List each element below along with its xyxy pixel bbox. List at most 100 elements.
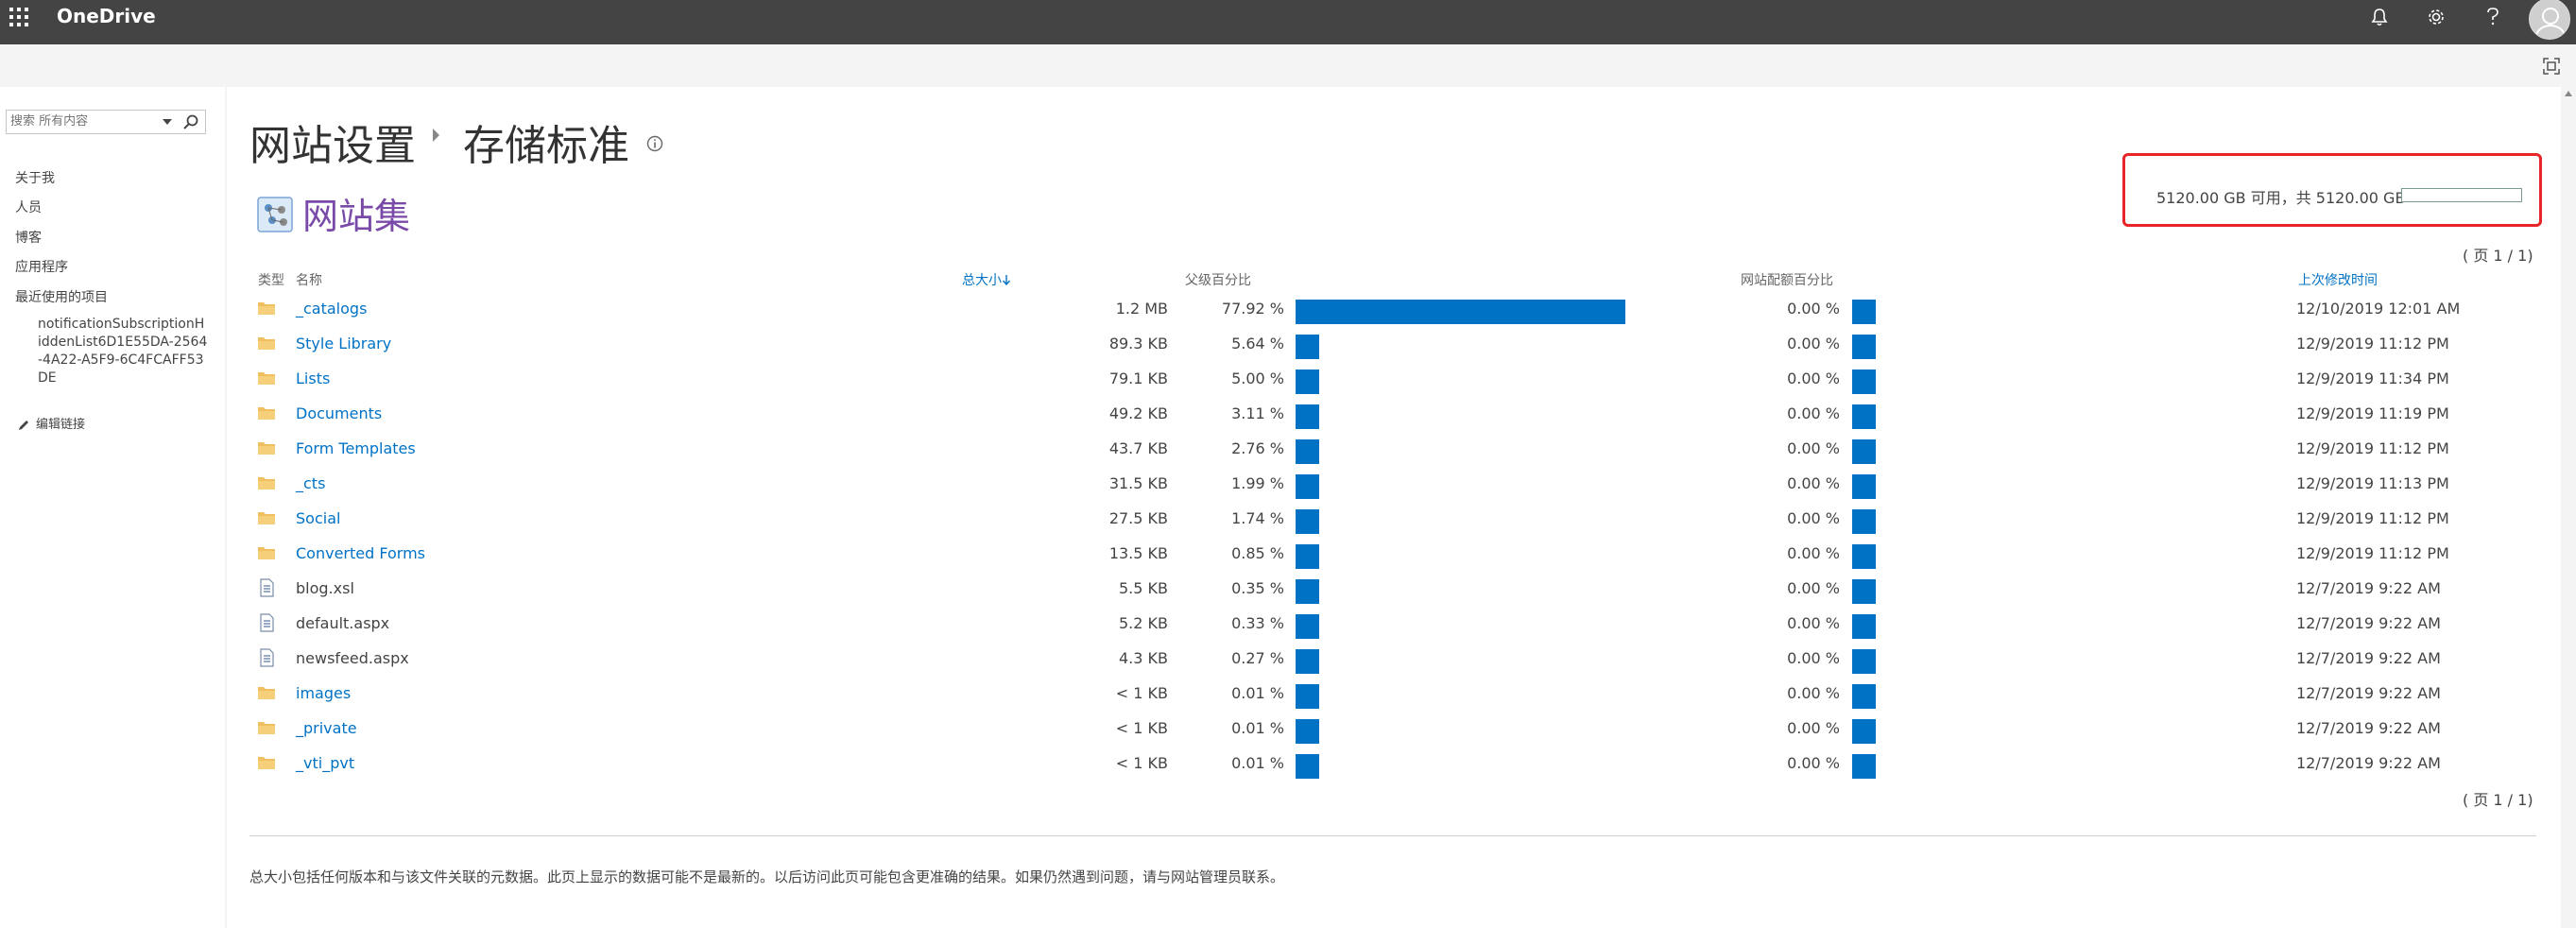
row-name-link[interactable]: Documents [296, 404, 382, 422]
row-last-modified: 12/9/2019 11:34 PM [2296, 369, 2449, 387]
row-last-modified: 12/9/2019 11:12 PM [2296, 544, 2449, 562]
row-last-modified: 12/9/2019 11:12 PM [2296, 439, 2449, 457]
table-row: Form Templates 43.7 KB 2.76 % 0.00 % 12/9/20… [249, 431, 2536, 466]
folder-icon [258, 442, 275, 455]
breadcrumb-parent[interactable]: 网站设置 [249, 112, 416, 172]
row-parent-percentage: 0.01 % [1231, 684, 1284, 702]
row-last-modified: 12/9/2019 11:19 PM [2296, 404, 2449, 422]
bell-icon[interactable] [2361, 0, 2398, 34]
quota-percentage-bar [1852, 509, 1876, 534]
parent-percentage-bar [1296, 369, 1319, 394]
row-parent-percentage: 0.27 % [1231, 649, 1284, 667]
row-total-size: 4.3 KB [1119, 649, 1168, 667]
header-name[interactable]: 名称 [296, 270, 322, 289]
folder-icon [258, 687, 275, 699]
table-row: _private < 1 KB 0.01 % 0.00 % 12/7/2019 9:22… [249, 711, 2536, 746]
row-last-modified: 12/7/2019 9:22 AM [2296, 754, 2441, 772]
nav-item-blog[interactable]: 博客 [15, 228, 42, 247]
brand-title[interactable]: OneDrive [57, 2, 156, 30]
row-total-size: 43.7 KB [1108, 439, 1168, 457]
avatar-icon[interactable] [2529, 0, 2570, 40]
parent-percentage-bar [1296, 754, 1319, 779]
row-last-modified: 12/10/2019 12:01 AM [2296, 300, 2461, 318]
table-row: Converted Forms 13.5 KB 0.85 % 0.00 % 12/9/2… [249, 536, 2536, 571]
focus-mode-icon[interactable] [2542, 57, 2561, 76]
file-icon [260, 578, 274, 597]
row-name-link[interactable]: newsfeed.aspx [296, 649, 409, 667]
row-parent-percentage: 3.11 % [1231, 404, 1284, 422]
row-quota-percentage: 0.00 % [1787, 719, 1840, 737]
gear-icon[interactable] [2417, 0, 2455, 34]
row-quota-percentage: 0.00 % [1787, 300, 1840, 318]
row-name-link[interactable]: images [296, 684, 351, 702]
row-parent-percentage: 0.85 % [1231, 544, 1284, 562]
row-parent-percentage: 5.64 % [1231, 335, 1284, 352]
row-name-link[interactable]: Lists [296, 369, 330, 387]
file-icon [260, 648, 274, 667]
table-row: _vti_pvt < 1 KB 0.01 % 0.00 % 12/7/2019 9:22… [249, 746, 2536, 781]
row-last-modified: 12/7/2019 9:22 AM [2296, 579, 2441, 597]
nav-item-people[interactable]: 人员 [15, 198, 42, 216]
parent-percentage-bar [1296, 439, 1319, 464]
search-icon[interactable] [182, 113, 199, 130]
parent-percentage-bar [1296, 614, 1319, 639]
header-total-size[interactable]: 总大小 [962, 270, 1011, 289]
table-row: Social 27.5 KB 1.74 % 0.00 % 12/9/2019 11:12… [249, 501, 2536, 536]
row-parent-percentage: 0.33 % [1231, 614, 1284, 632]
row-total-size: 1.2 MB [1115, 300, 1168, 318]
header-last-modified[interactable]: 上次修改时间 [2298, 270, 2378, 289]
quota-percentage-bar [1852, 439, 1876, 464]
parent-percentage-bar [1296, 404, 1319, 429]
table-row: Documents 49.2 KB 3.11 % 0.00 % 12/9/2019 11… [249, 396, 2536, 431]
row-name-link[interactable]: Style Library [296, 335, 391, 352]
row-name-link[interactable]: _vti_pvt [296, 754, 354, 772]
row-total-size: < 1 KB [1115, 684, 1168, 702]
row-total-size: 5.5 KB [1119, 579, 1168, 597]
row-quota-percentage: 0.00 % [1787, 439, 1840, 457]
nav-item-about-me[interactable]: 关于我 [15, 168, 55, 187]
folder-icon [258, 302, 275, 315]
search-scope-dropdown-icon[interactable] [160, 114, 175, 129]
footer-note: 总大小包括任何版本和与该文件关联的元数据。此页上显示的数据可能不是最新的。以后访… [249, 868, 1285, 885]
waffle-icon[interactable] [9, 8, 30, 28]
row-name-link[interactable]: Converted Forms [296, 544, 425, 562]
row-name-link[interactable]: Form Templates [296, 439, 416, 457]
table-row: _catalogs 1.2 MB 77.92 % 0.00 % 12/10/2019 1… [249, 291, 2536, 326]
row-total-size: 5.2 KB [1119, 614, 1168, 632]
header-total-size-label: 总大小 [962, 273, 1002, 288]
nav-item-apps[interactable]: 应用程序 [15, 257, 68, 276]
nav-item-recent[interactable]: 最近使用的项目 [15, 287, 108, 306]
search-input[interactable] [10, 112, 152, 129]
row-quota-percentage: 0.00 % [1787, 509, 1840, 527]
row-parent-percentage: 2.76 % [1231, 439, 1284, 457]
edit-links-link[interactable]: 编辑链接 [17, 414, 85, 432]
row-name-link[interactable]: Social [296, 509, 340, 527]
parent-percentage-bar [1296, 544, 1319, 569]
info-icon[interactable] [646, 135, 663, 152]
site-collection-icon [257, 197, 293, 232]
row-name-link[interactable]: default.aspx [296, 614, 389, 632]
site-collection-title[interactable]: 网站集 [302, 187, 410, 239]
folder-icon [258, 757, 275, 769]
row-last-modified: 12/7/2019 9:22 AM [2296, 614, 2441, 632]
quota-percentage-bar [1852, 754, 1876, 779]
row-name-link[interactable]: _private [296, 719, 357, 737]
quota-percentage-bar [1852, 649, 1876, 674]
row-name-link[interactable]: _catalogs [296, 300, 367, 318]
parent-percentage-bar [1296, 335, 1319, 359]
ribbon-bar [0, 44, 2576, 86]
header-quota-percentage: 网站配额百分比 [1741, 273, 1833, 288]
vertical-scrollbar[interactable] [2561, 87, 2576, 928]
row-name-link[interactable]: blog.xsl [296, 579, 354, 597]
table-row: _cts 31.5 KB 1.99 % 0.00 % 12/9/2019 11:13 P… [249, 466, 2536, 501]
row-name-link[interactable]: _cts [296, 474, 325, 492]
nav-item-recent-list[interactable]: notificationSubscriptionHiddenList6D1E55… [38, 316, 208, 387]
page-title: 存储标准 [463, 122, 629, 170]
table-row: Style Library 89.3 KB 5.64 % 0.00 % 12/9/201… [249, 326, 2536, 361]
folder-icon [258, 407, 275, 420]
left-navigation: 关于我 人员 博客 应用程序 最近使用的项目 notificationSubsc… [0, 87, 225, 928]
row-parent-percentage: 77.92 % [1221, 300, 1284, 318]
parent-percentage-bar [1296, 474, 1319, 499]
help-icon[interactable] [2474, 0, 2512, 34]
footer-divider [249, 835, 2536, 836]
